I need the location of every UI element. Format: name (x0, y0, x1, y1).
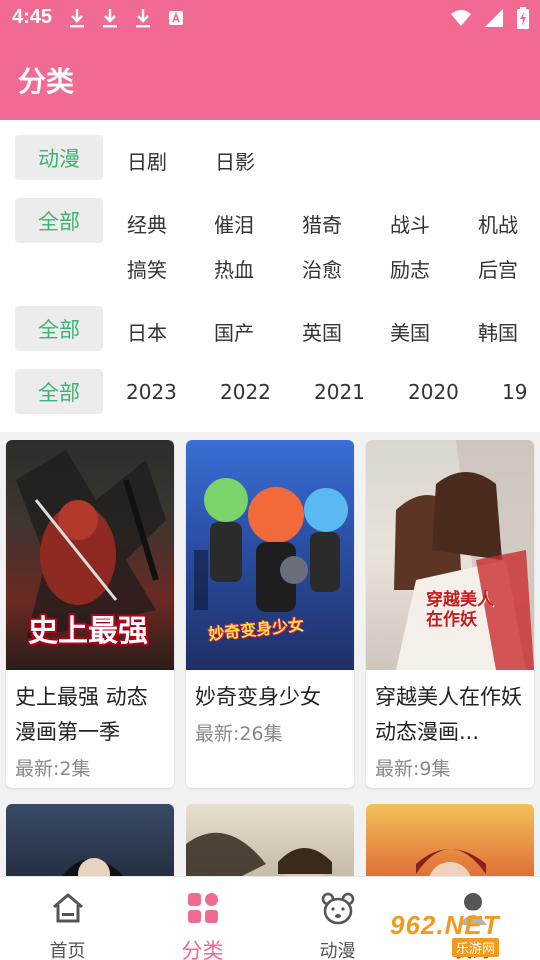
cover-art (416, 849, 486, 876)
year-option[interactable]: 19 (502, 380, 527, 404)
genre-option[interactable]: 治愈 (302, 254, 342, 283)
region-option[interactable]: 美国 (390, 317, 430, 346)
home-icon (52, 893, 83, 923)
anime-card[interactable]: 妙奇变身少女 妙奇变身少女 最新:26集 (186, 440, 354, 788)
genre-option[interactable]: 搞笑 (127, 254, 167, 283)
genre-option[interactable]: 热血 (214, 254, 254, 283)
bear-icon (321, 892, 354, 925)
wifi-icon (451, 10, 471, 26)
genre-option[interactable]: 励志 (390, 254, 430, 283)
year-option[interactable]: 2020 (408, 380, 459, 404)
nav-label: 分类 (181, 939, 224, 960)
keyboard-a-icon (169, 11, 183, 25)
watermark-text: 962.NET (390, 910, 500, 940)
card-latest-episode: 最新:2集 (15, 758, 91, 780)
anime-card[interactable]: 史上最强 史上最强 动态漫画第一季 最新:2集 (6, 440, 174, 788)
year-option[interactable]: 2021 (314, 380, 365, 404)
genre-option[interactable]: 后宫 (478, 254, 518, 283)
genre-option[interactable]: 战斗 (390, 209, 430, 238)
anime-grid: 史上最强 史上最强 动态漫画第一季 最新:2集 妙奇变身少女 妙奇变身少女 最新… (0, 440, 540, 876)
genre-option[interactable]: 机战 (478, 209, 518, 238)
nav-home[interactable]: 首页 (0, 877, 135, 960)
signal-icon (485, 9, 503, 27)
region-option[interactable]: 英国 (302, 317, 342, 346)
category-icon (187, 893, 218, 923)
nav-label: 首页 (49, 941, 86, 960)
cover-title-text: 史上最强 (28, 614, 148, 649)
cover-title-text: 穿越美人在作妖 (426, 590, 494, 630)
region-option[interactable]: 日本 (127, 317, 167, 346)
notification-icons (68, 7, 185, 29)
app-bar: 分类 (0, 38, 540, 120)
cover-image: 史上最强 (6, 440, 174, 670)
status-bar: 4:45 (0, 0, 540, 38)
section-divider (0, 432, 540, 440)
page-title: 分类 (18, 65, 75, 98)
cover-art (186, 832, 332, 876)
download-icon (70, 9, 84, 28)
year-option[interactable]: 2022 (220, 380, 271, 404)
nav-category[interactable]: 分类 (135, 877, 270, 960)
watermark-logo: 962.NET 乐游网 (384, 908, 534, 957)
card-title: 穿越美人在作妖 动态漫画... (375, 685, 522, 744)
type-option[interactable]: 日影 (215, 146, 255, 175)
cover-art (62, 858, 124, 876)
card-title: 妙奇变身少女 (195, 685, 321, 709)
cover-image: 妙奇变身少女 (186, 440, 354, 670)
download-icon (103, 9, 117, 28)
card-title: 史上最强 动态漫画第一季 (15, 685, 148, 744)
cover-image: 穿越美人在作妖 (366, 440, 534, 670)
genre-chip-selected[interactable]: 全部 (15, 198, 103, 243)
type-chip-selected[interactable]: 动漫 (15, 135, 103, 180)
system-icons (450, 7, 530, 29)
status-time: 4:45 (12, 6, 53, 28)
genre-option[interactable]: 催泪 (214, 209, 254, 238)
cover-art (394, 440, 534, 670)
year-chip-selected[interactable]: 全部 (15, 369, 103, 414)
battery-charging-icon (517, 7, 529, 29)
download-icon (136, 9, 150, 28)
card-latest-episode: 最新:26集 (195, 723, 283, 745)
region-option[interactable]: 韩国 (478, 317, 518, 346)
genre-option[interactable]: 猎奇 (302, 209, 342, 238)
anime-card-partial[interactable] (366, 804, 534, 876)
region-option[interactable]: 国产 (214, 317, 254, 346)
genre-option[interactable]: 经典 (127, 209, 167, 238)
anime-card[interactable]: 穿越美人在作妖 穿越美人在作妖 动态漫画... 最新:9集 (366, 440, 534, 788)
type-option[interactable]: 日剧 (127, 146, 167, 175)
anime-card-partial[interactable] (186, 804, 354, 876)
filter-panel: 动漫 日剧 日影 全部 经典 催泪 猎奇 战斗 机战 搞笑 热血 治愈 励志 后… (0, 120, 540, 432)
anime-card-partial[interactable] (6, 804, 174, 876)
year-option[interactable]: 2023 (126, 380, 177, 404)
region-chip-selected[interactable]: 全部 (15, 306, 103, 351)
card-latest-episode: 最新:9集 (375, 758, 451, 780)
watermark-subtext: 乐游网 (452, 938, 500, 957)
